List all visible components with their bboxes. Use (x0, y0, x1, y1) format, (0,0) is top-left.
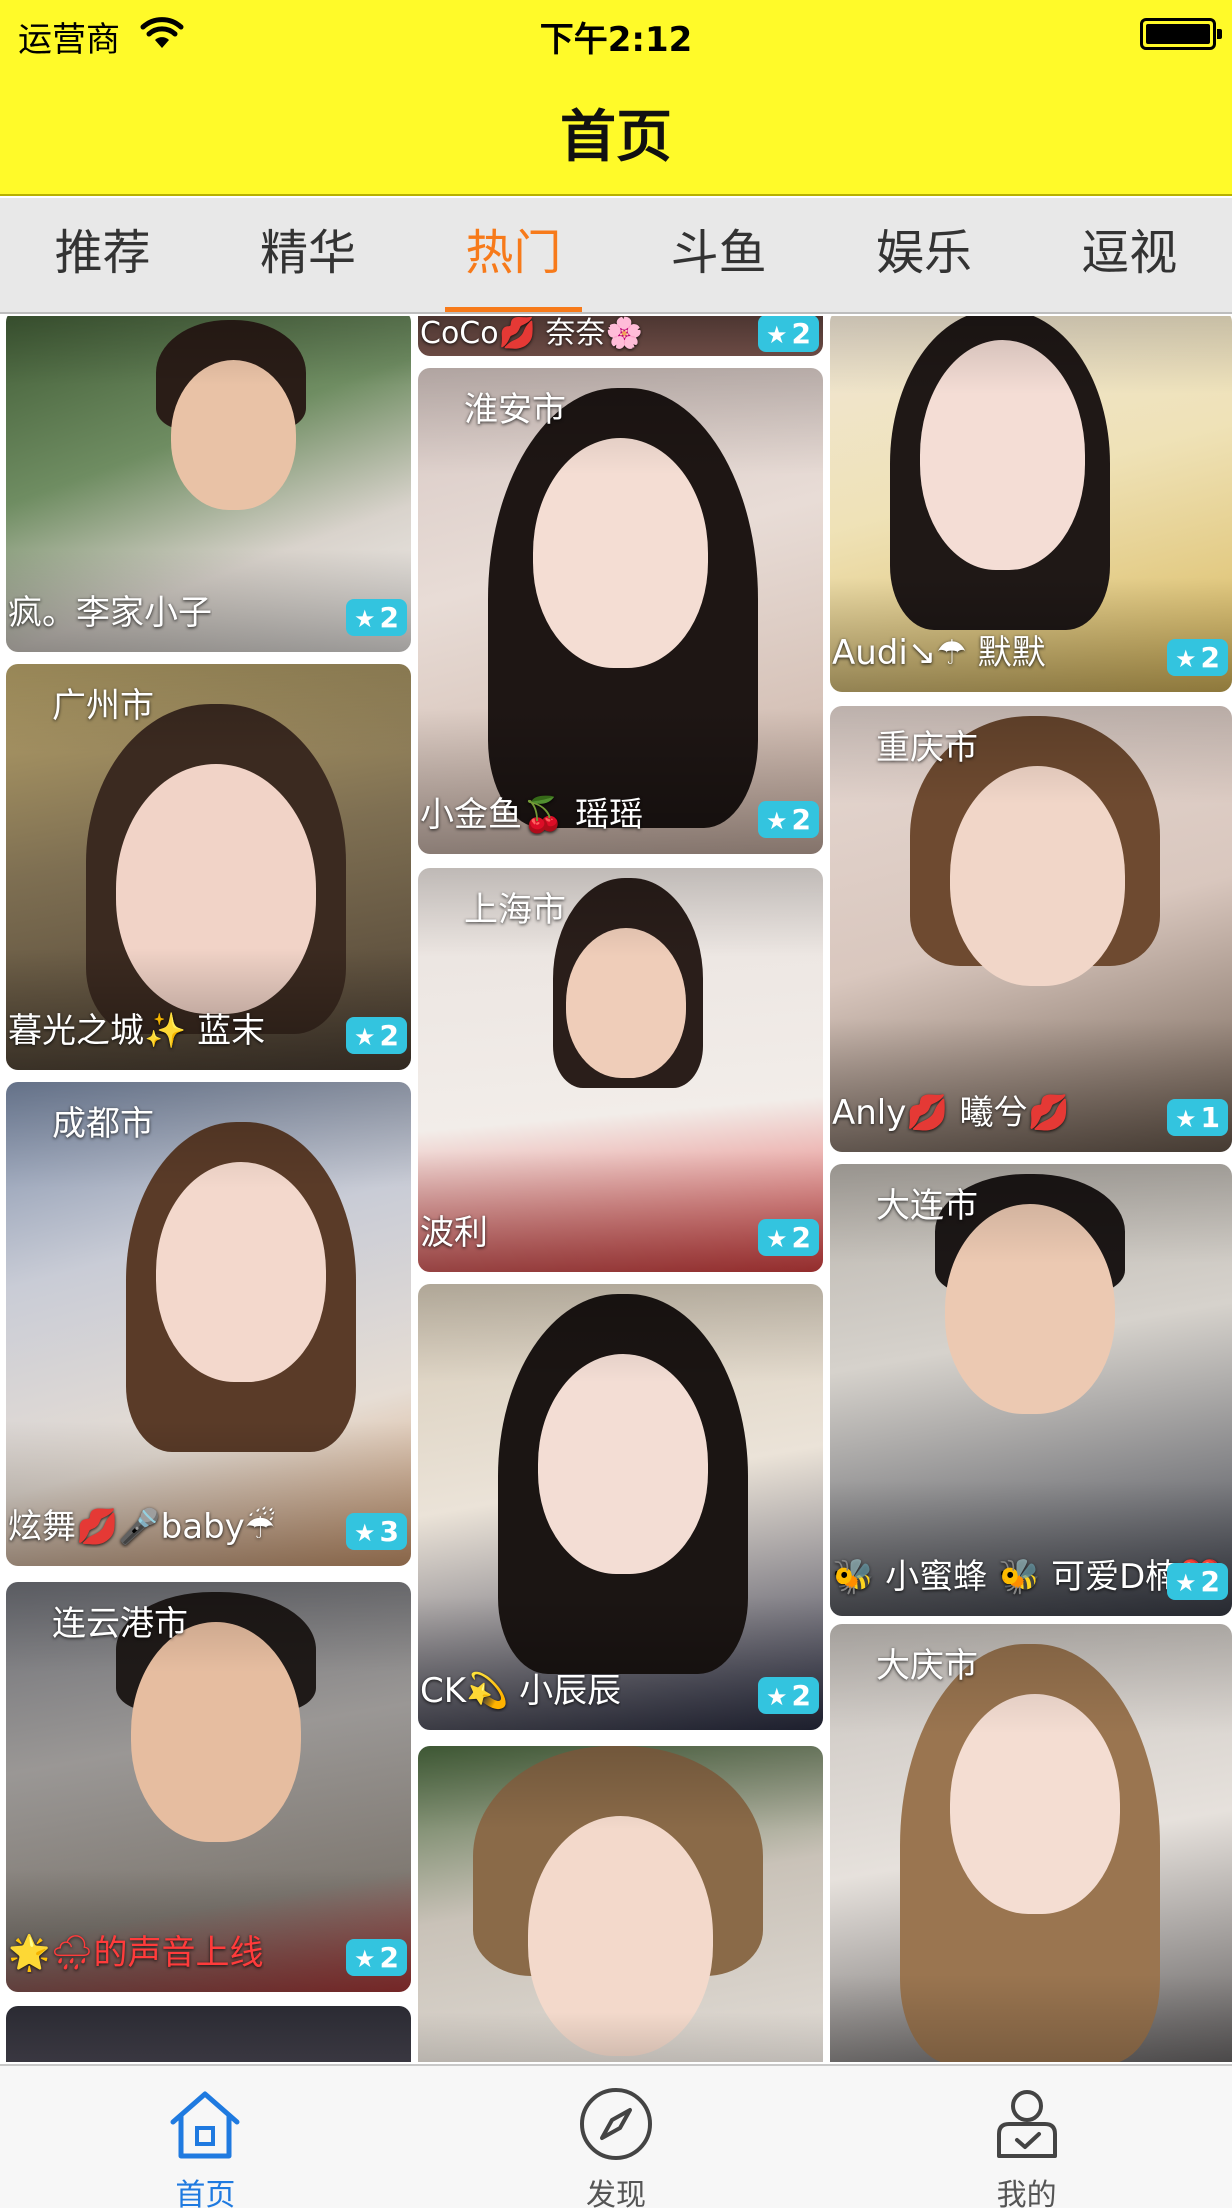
bottom-tab-bar: 首页 发现 我的 (0, 2064, 1232, 2208)
tab-hot[interactable]: 热门 (411, 198, 616, 312)
room-city: 连云港市 (52, 1604, 188, 1644)
room-city: 淮安市 (464, 390, 566, 430)
compass-icon (580, 2088, 652, 2160)
thumbnail-overlay (830, 1624, 1232, 2062)
battery-icon (1140, 18, 1222, 50)
viewer-badge: ★ 3 (346, 1513, 407, 1550)
status-bar: 运营商 下午2:12 (0, 0, 1232, 70)
room-anchor-name: Audi↘☂ 默默 (832, 633, 1046, 673)
room-anchor-name: 疯。李家小子 (8, 593, 212, 633)
viewer-count: 2 (379, 1941, 399, 1974)
home-icon (170, 2091, 240, 2159)
viewer-count: 2 (1200, 1565, 1220, 1598)
viewer-badge: ★ 2 (758, 1677, 819, 1714)
room-card[interactable]: 上海市 波利 ★ 2 (418, 868, 823, 1272)
viewer-count: 2 (791, 1221, 811, 1254)
star-icon: ★ (766, 321, 788, 349)
star-icon: ★ (766, 1683, 788, 1711)
viewer-badge: ★ 2 (1167, 1563, 1228, 1600)
room-anchor-name: Anly💋 曦兮💋 (832, 1093, 1070, 1133)
room-anchor-name: 🌟🌧的声音上线 (8, 1933, 264, 1973)
room-card[interactable] (6, 2006, 411, 2062)
room-card[interactable]: CK💫 小辰辰 ★ 2 (418, 1284, 823, 1730)
room-card[interactable]: 疯。李家小子 ★ 2 (6, 316, 411, 652)
room-thumbnail (6, 2006, 411, 2062)
viewer-count: 2 (379, 1019, 399, 1052)
navigation-header: 运营商 下午2:12 首页 (0, 0, 1232, 196)
thumbnail-overlay (418, 368, 823, 854)
room-card[interactable] (418, 1746, 823, 2062)
room-city: 大庆市 (876, 1646, 978, 1686)
room-city: 成都市 (52, 1104, 154, 1144)
thumbnail-overlay (6, 1082, 411, 1566)
thumbnail-overlay (418, 1746, 823, 2062)
viewer-count: 3 (379, 1515, 399, 1548)
star-icon: ★ (354, 605, 376, 633)
room-card[interactable]: 成都市 炫舞💋🎤baby☔ ★ 3 (6, 1082, 411, 1566)
room-city: 广州市 (52, 686, 154, 726)
tab-discover-label: 发现 (586, 2178, 646, 2208)
star-icon: ★ (354, 1945, 376, 1973)
star-icon: ★ (1175, 1105, 1197, 1133)
room-city: 重庆市 (876, 728, 978, 768)
tab-recommend[interactable]: 推荐 (0, 198, 205, 312)
room-card[interactable]: 重庆市 Anly💋 曦兮💋 ★ 1 (830, 706, 1232, 1152)
status-time: 下午2:12 (539, 20, 693, 60)
room-card[interactable]: Audi↘☂ 默默 ★ 2 (830, 316, 1232, 692)
tab-profile[interactable]: 我的 (821, 2066, 1232, 2208)
viewer-badge: ★ 2 (1167, 639, 1228, 676)
viewer-badge: ★ 2 (758, 801, 819, 838)
live-room-grid[interactable]: 疯。李家小子 ★ 2 广州市 暮光之城✨ 蓝末 ★ 2 成都市 炫舞💋🎤baby☔ … (0, 316, 1232, 2062)
room-city: 上海市 (464, 890, 566, 930)
tab-douyu[interactable]: 斗鱼 (616, 198, 821, 312)
tab-featured[interactable]: 精华 (205, 198, 410, 312)
page-title: 首页 (560, 105, 672, 170)
tab-profile-label: 我的 (996, 2178, 1057, 2208)
room-anchor-name: 暮光之城✨ 蓝末 (8, 1011, 266, 1051)
star-icon: ★ (766, 1225, 788, 1253)
viewer-badge: ★ 2 (346, 1017, 407, 1054)
room-anchor-name: 波利 (420, 1213, 488, 1253)
room-anchor-name: 🐝 小蜜蜂 🐝 可爱D楠❤️ (832, 1557, 1222, 1597)
room-card[interactable]: 广州市 暮光之城✨ 蓝末 ★ 2 (6, 664, 411, 1070)
star-icon: ★ (354, 1023, 376, 1051)
viewer-badge: ★ 2 (758, 316, 819, 352)
tab-entertainment[interactable]: 娱乐 (821, 198, 1026, 312)
star-icon: ★ (354, 1519, 376, 1547)
room-anchor-name: 炫舞💋🎤baby☔ (8, 1507, 276, 1547)
viewer-badge: ★ 2 (758, 1219, 819, 1256)
viewer-badge: ★ 2 (346, 1939, 407, 1976)
tab-doushi[interactable]: 逗视 (1027, 198, 1232, 312)
viewer-count: 2 (791, 317, 811, 350)
room-anchor-name: 小金鱼🍒 瑶瑶 (420, 795, 644, 835)
profile-icon (996, 2090, 1057, 2158)
viewer-badge: ★ 1 (1167, 1099, 1228, 1136)
viewer-count: 2 (791, 803, 811, 836)
room-city: 大连市 (876, 1186, 978, 1226)
star-icon: ★ (1175, 645, 1197, 673)
tab-home-label: 首页 (175, 2178, 236, 2208)
tab-discover[interactable]: 发现 (411, 2066, 822, 2208)
viewer-count: 2 (379, 601, 399, 634)
viewer-count: 2 (791, 1679, 811, 1712)
star-icon: ★ (1175, 1569, 1197, 1597)
viewer-count: 2 (1200, 641, 1220, 674)
room-card[interactable]: 连云港市 🌟🌧的声音上线 ★ 2 (6, 1582, 411, 1992)
tab-home[interactable]: 首页 (0, 2066, 411, 2208)
room-card[interactable]: 大连市 🐝 小蜜蜂 🐝 可爱D楠❤️ ★ 2 (830, 1164, 1232, 1616)
viewer-count: 1 (1200, 1101, 1220, 1134)
category-tab-bar: 推荐 精华 热门 斗鱼 娱乐 逗视 (0, 198, 1232, 314)
room-card[interactable]: CoCo💋 奈奈🌸 ★ 2 (418, 316, 823, 356)
room-card[interactable]: 淮安市 小金鱼🍒 瑶瑶 ★ 2 (418, 368, 823, 854)
star-icon: ★ (766, 807, 788, 835)
viewer-badge: ★ 2 (346, 599, 407, 636)
room-anchor-name: CK💫 小辰辰 (420, 1671, 622, 1711)
room-anchor-name: CoCo💋 奈奈🌸 (420, 316, 643, 351)
room-card[interactable]: 大庆市 (830, 1624, 1232, 2062)
